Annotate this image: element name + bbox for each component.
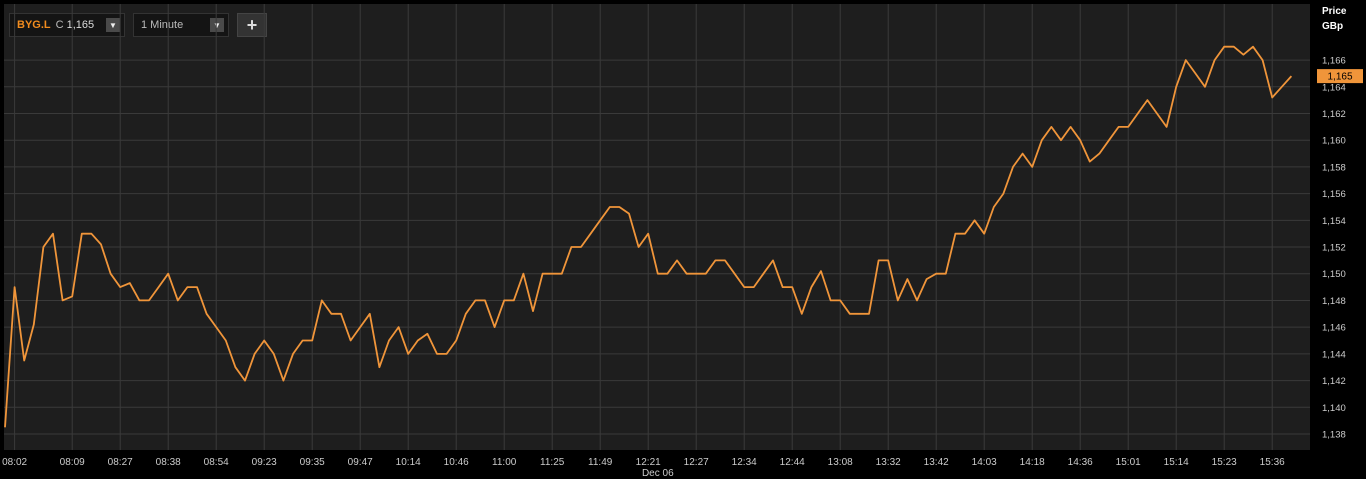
x-tick-label: 09:23 xyxy=(252,457,277,468)
y-tick-label: 1,154 xyxy=(1322,216,1346,227)
x-tick-label: 08:09 xyxy=(60,457,85,468)
x-tick-label: 11:00 xyxy=(492,457,517,468)
y-tick-label: 1,152 xyxy=(1322,243,1346,254)
x-tick-label: 08:38 xyxy=(156,457,181,468)
x-tick-label: 12:21 xyxy=(636,457,661,468)
x-tick-label: 09:35 xyxy=(300,457,325,468)
y-tick-label: 1,150 xyxy=(1322,269,1346,280)
x-tick-label: 15:23 xyxy=(1212,457,1237,468)
y-tick-label: 1,140 xyxy=(1322,403,1346,414)
price-chart: BYG.L C 1,165 ▼ 1 Minute ▼ + Price GBp 1… xyxy=(0,0,1366,479)
x-tick-label: 14:03 xyxy=(972,457,997,468)
y-tick-label: 1,156 xyxy=(1322,189,1346,200)
y-tick-label: 1,160 xyxy=(1322,136,1346,147)
x-tick-label: 11:25 xyxy=(540,457,565,468)
last-price-label: 1,165 xyxy=(1327,72,1352,83)
x-tick-label: 15:14 xyxy=(1164,457,1189,468)
x-tick-label: 11:49 xyxy=(588,457,613,468)
x-tick-label: 14:18 xyxy=(1020,457,1045,468)
x-tick-label: 12:34 xyxy=(732,457,757,468)
x-tick-label: 08:02 xyxy=(2,457,27,468)
x-tick-label: 14:36 xyxy=(1068,457,1093,468)
x-tick-label: 12:44 xyxy=(780,457,805,468)
x-tick-label: 13:42 xyxy=(924,457,949,468)
y-tick-label: 1,166 xyxy=(1322,56,1346,67)
x-tick-label: 10:14 xyxy=(396,457,421,468)
x-tick-label: 08:54 xyxy=(204,457,229,468)
x-tick-label: 08:27 xyxy=(108,457,133,468)
y-tick-label: 1,164 xyxy=(1322,82,1346,93)
chart-canvas: 1,138 1,140 1,142 1,144 1,146 1,148 1,150 1,152… xyxy=(2,4,1363,479)
x-tick-label: 12:27 xyxy=(684,457,709,468)
y-tick-label: 1,144 xyxy=(1322,349,1346,360)
date-label: Dec 06 xyxy=(642,468,674,479)
x-tick-label: 09:47 xyxy=(348,457,373,468)
x-tick-label: 15:01 xyxy=(1116,457,1141,468)
y-tick-label: 1,142 xyxy=(1322,376,1346,387)
y-tick-label: 1,158 xyxy=(1322,162,1346,173)
y-tick-label: 1,138 xyxy=(1322,429,1346,440)
y-tick-label: 1,148 xyxy=(1322,296,1346,307)
y-tick-label: 1,146 xyxy=(1322,323,1346,334)
y-tick-label: 1,162 xyxy=(1322,109,1346,120)
x-tick-label: 13:32 xyxy=(876,457,901,468)
x-tick-label: 13:08 xyxy=(828,457,853,468)
x-tick-label: 10:46 xyxy=(444,457,469,468)
x-tick-label: 15:36 xyxy=(1260,457,1285,468)
